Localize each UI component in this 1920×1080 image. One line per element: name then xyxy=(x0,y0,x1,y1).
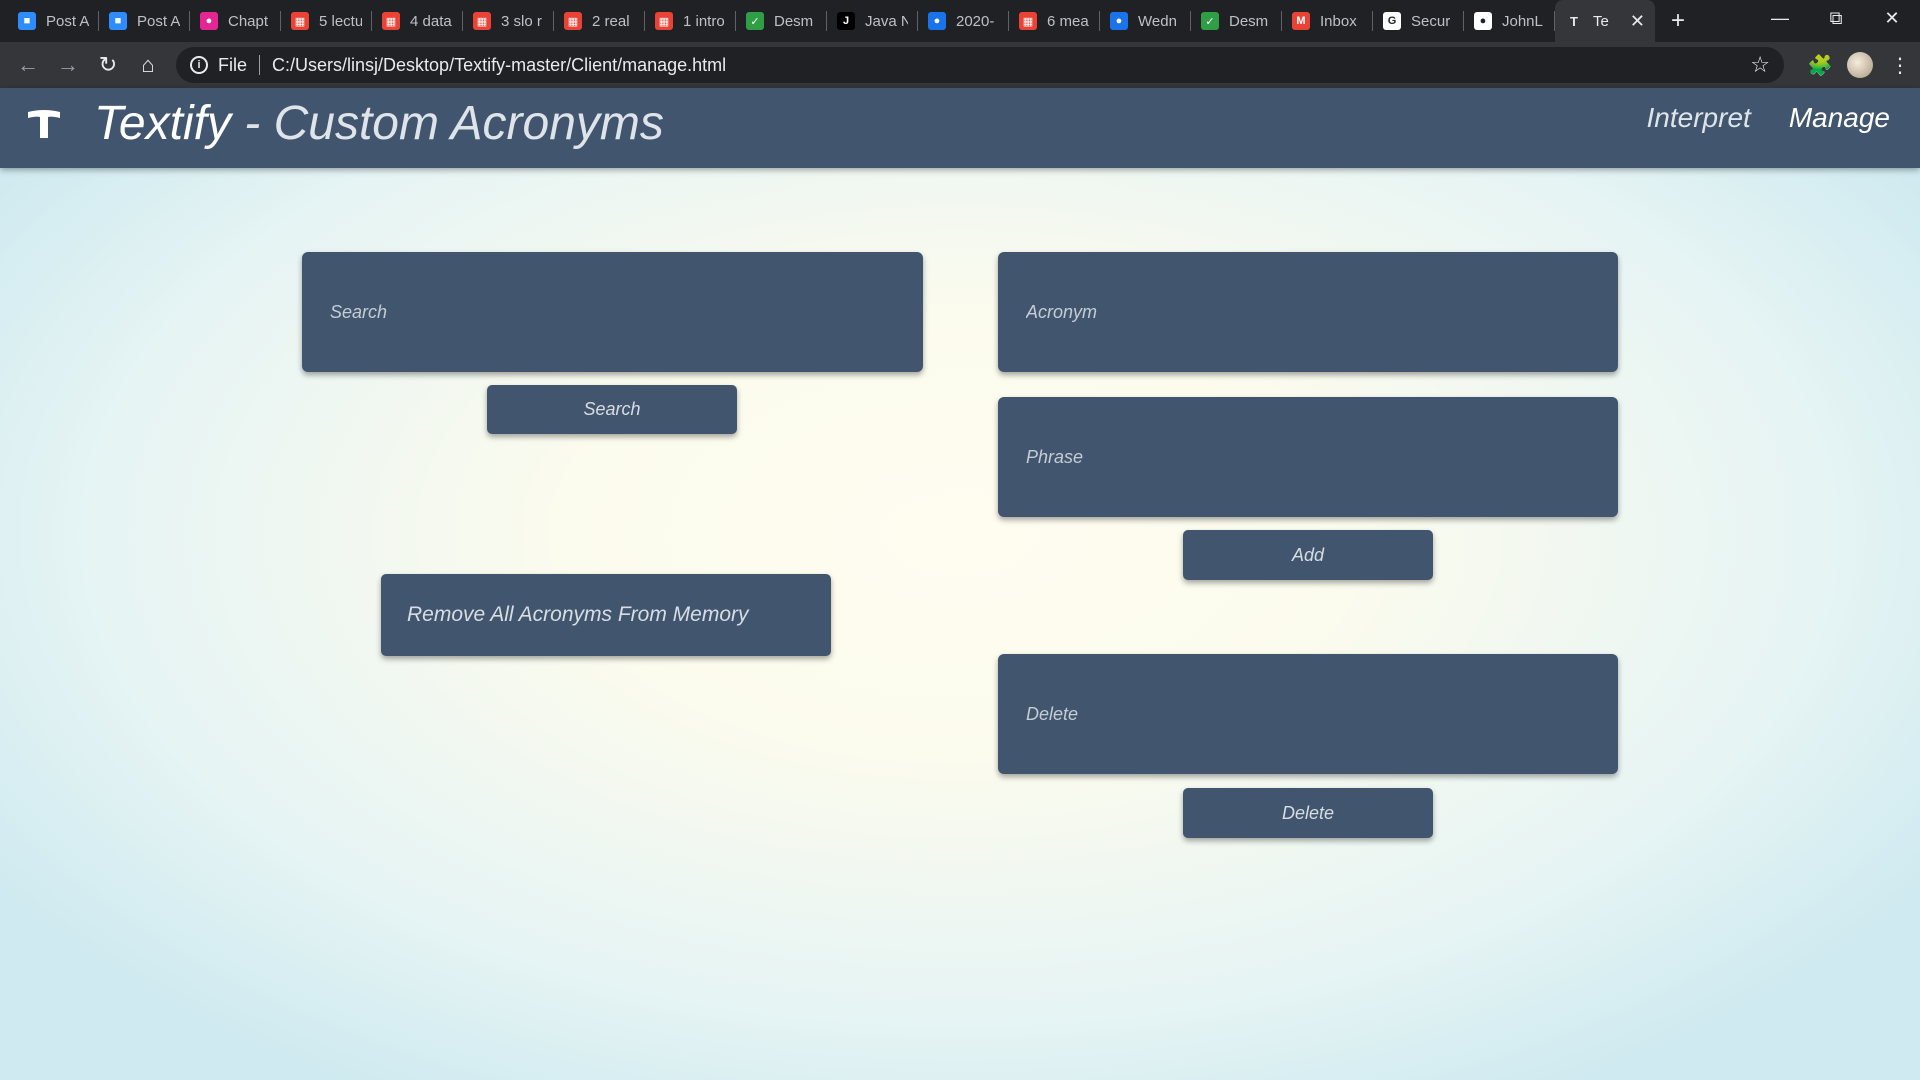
tab-title: Inbox xyxy=(1320,12,1357,30)
tab-title: Chapt xyxy=(228,12,269,30)
tab-title: Desm xyxy=(774,12,814,30)
back-icon[interactable]: ← xyxy=(8,45,48,85)
search-input[interactable] xyxy=(330,301,923,323)
extensions-icon[interactable]: 🧩 xyxy=(1800,53,1840,78)
tab-title: 5 lectu xyxy=(319,12,362,30)
phrase-input[interactable] xyxy=(1026,446,1618,468)
app-header: Textify - Custom Acronyms Interpret Mana… xyxy=(0,88,1920,168)
tab-title: JohnL xyxy=(1502,12,1543,30)
delete-input[interactable] xyxy=(1026,703,1618,725)
browser-tab[interactable]: ▦ 4 data xyxy=(372,0,463,42)
browser-tab[interactable]: ■ Post A xyxy=(8,0,99,42)
browser-tab[interactable]: ▦ 6 mea xyxy=(1009,0,1100,42)
j-icon: J xyxy=(837,12,855,30)
browser-tab-strip: ■ Post A ■ Post A ● Chapt ▦ 5 lectu ▦ 4 data ▦ 3 sl… xyxy=(0,0,1920,42)
acronym-input[interactable] xyxy=(1026,301,1618,323)
window-controls: — ⧉ ✕ xyxy=(1752,0,1920,36)
calendar-icon: ▦ xyxy=(473,12,491,30)
page-subtitle: - Custom Acronyms xyxy=(230,97,664,150)
app-nav: Interpret Manage xyxy=(1647,102,1890,134)
site-info-icon[interactable]: i xyxy=(190,56,208,74)
desmos-icon: ✓ xyxy=(746,12,764,30)
calendar-icon: ▦ xyxy=(291,12,309,30)
remove-all-button[interactable]: Remove All Acronyms From Memory xyxy=(381,574,831,656)
delete-field[interactable] xyxy=(998,654,1618,774)
tab-title: Wedn xyxy=(1138,12,1177,30)
browser-tab-active[interactable]: T Te ✕ xyxy=(1555,0,1655,42)
search-field[interactable] xyxy=(302,252,923,372)
browser-tab[interactable]: ▦ 2 real xyxy=(554,0,645,42)
search-button[interactable]: Search xyxy=(487,385,737,434)
browser-tab[interactable]: ▦ 1 intro xyxy=(645,0,736,42)
forward-icon[interactable]: → xyxy=(48,45,88,85)
github-icon: ● xyxy=(1474,12,1492,30)
browser-tab[interactable]: ● 2020- xyxy=(918,0,1009,42)
nav-manage-link[interactable]: Manage xyxy=(1789,102,1890,134)
reload-icon[interactable]: ↻ xyxy=(88,45,128,85)
tab-title: 6 mea xyxy=(1047,12,1089,30)
close-tab-icon[interactable]: ✕ xyxy=(1630,11,1645,32)
browser-tab[interactable]: ✓ Desm xyxy=(736,0,827,42)
tab-title: 2 real xyxy=(592,12,630,30)
classroom-icon: ● xyxy=(1110,12,1128,30)
acronym-field[interactable] xyxy=(998,252,1618,372)
menu-dots-icon[interactable]: ⋮ xyxy=(1880,53,1920,78)
nav-interpret-link[interactable]: Interpret xyxy=(1647,102,1751,134)
calendar-icon: ▦ xyxy=(382,12,400,30)
restore-icon[interactable]: ⧉ xyxy=(1808,0,1864,36)
browser-tab[interactable]: ▦ 3 slo r xyxy=(463,0,554,42)
browser-tab[interactable]: ● Wedn xyxy=(1100,0,1191,42)
new-tab-plus-icon[interactable]: + xyxy=(1671,0,1685,42)
browser-tab[interactable]: ● JohnL xyxy=(1464,0,1555,42)
calendar-icon: ▦ xyxy=(655,12,673,30)
calendar-icon: ▦ xyxy=(564,12,582,30)
profile-avatar[interactable] xyxy=(1847,52,1873,78)
phrase-field[interactable] xyxy=(998,397,1618,517)
textify-logo-icon xyxy=(28,110,60,138)
tab-title: Java N xyxy=(865,12,908,30)
tab-title: 3 slo r xyxy=(501,12,542,30)
url-scheme: File xyxy=(218,54,248,75)
bookmark-star-icon[interactable]: ☆ xyxy=(1750,52,1770,78)
tab-title: Post A xyxy=(137,12,180,30)
url-separator xyxy=(259,55,261,75)
address-bar[interactable]: i File C:/Users/linsj/Desktop/Textify-ma… xyxy=(176,47,1784,83)
browser-tab[interactable]: ✓ Desm xyxy=(1191,0,1282,42)
zoom-icon: ■ xyxy=(109,12,127,30)
calendar-icon: ▦ xyxy=(1019,12,1037,30)
browser-tab[interactable]: ■ Post A xyxy=(99,0,190,42)
close-window-icon[interactable]: ✕ xyxy=(1864,0,1920,36)
desmos-icon: ✓ xyxy=(1201,12,1219,30)
tab-title: 2020- xyxy=(956,12,995,30)
google-icon: G xyxy=(1383,12,1401,30)
tab-title: 1 intro xyxy=(683,12,725,30)
classroom-icon: ● xyxy=(928,12,946,30)
browser-tab[interactable]: ● Chapt xyxy=(190,0,281,42)
home-icon[interactable]: ⌂ xyxy=(128,45,168,85)
tab-list: ■ Post A ■ Post A ● Chapt ▦ 5 lectu ▦ 4 data ▦ 3 sl… xyxy=(0,0,1685,42)
browser-tab[interactable]: G Secur xyxy=(1373,0,1464,42)
gmail-icon: M xyxy=(1292,12,1310,30)
page-title: Textify - Custom Acronyms xyxy=(94,96,664,151)
tab-title: Secur xyxy=(1411,12,1451,30)
tab-title: Post A xyxy=(46,12,89,30)
tab-title: Te xyxy=(1593,12,1609,30)
classroom-icon: ● xyxy=(200,12,218,30)
tab-title: 4 data xyxy=(410,12,452,30)
add-button[interactable]: Add xyxy=(1183,530,1433,580)
brand-name: Textify xyxy=(94,97,231,150)
minimize-icon[interactable]: — xyxy=(1752,0,1808,36)
textify-icon: T xyxy=(1570,13,1578,29)
browser-tab[interactable]: M Inbox xyxy=(1282,0,1373,42)
browser-tab[interactable]: ▦ 5 lectu xyxy=(281,0,372,42)
delete-button[interactable]: Delete xyxy=(1183,788,1433,838)
browser-toolbar: ← → ↻ ⌂ i File C:/Users/linsj/Desktop/Te… xyxy=(0,42,1920,88)
browser-tab[interactable]: J Java N xyxy=(827,0,918,42)
url-text: C:/Users/linsj/Desktop/Textify-master/Cl… xyxy=(272,54,727,75)
page-content: Textify - Custom Acronyms Interpret Mana… xyxy=(0,88,1920,1080)
tab-title: Desm xyxy=(1229,12,1269,30)
zoom-icon: ■ xyxy=(18,12,36,30)
